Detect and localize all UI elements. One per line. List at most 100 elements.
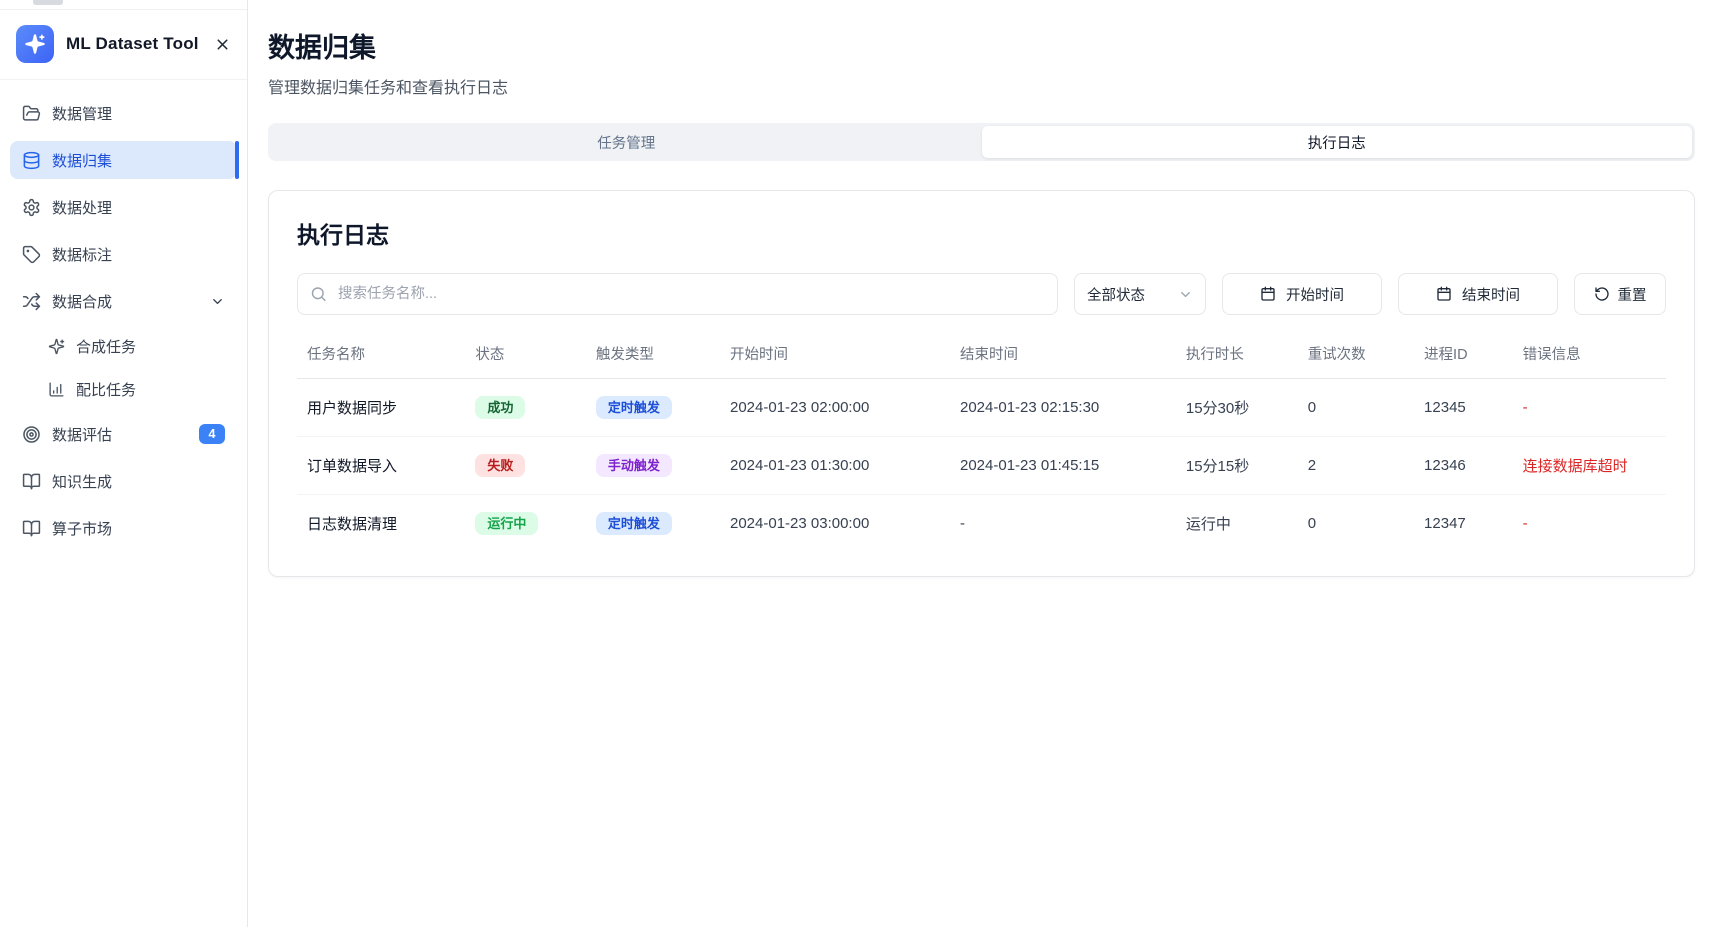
task-name-cell: 日志数据清理 [297,495,465,553]
end-date-button[interactable]: 结束时间 [1398,273,1558,315]
filter-row: 全部状态 开始时间 结束时间 [297,273,1666,315]
sidebar-item-label: 数据管理 [52,103,112,124]
end-time-cell: - [950,495,1176,553]
column-header-2: 触发类型 [586,333,720,379]
tab-execution-logs[interactable]: 执行日志 [982,126,1693,158]
tag-icon [22,245,41,264]
trigger-badge: 手动触发 [596,454,672,477]
tab-bar: 任务管理执行日志 [268,123,1695,161]
start-time-cell: 2024-01-23 01:30:00 [720,437,950,495]
sidebar-item-label: 合成任务 [76,336,136,357]
sidebar-item-data-collection[interactable]: 数据归集 [10,141,237,179]
error-cell: - [1513,379,1666,437]
duration-cell: 15分15秒 [1176,437,1298,495]
sidebar-item-label: 数据处理 [52,197,112,218]
sidebar-item-data-synthesis[interactable]: 数据合成 [10,282,237,320]
execution-log-panel: 执行日志 全部状态 开始时间 [268,190,1695,577]
sidebar-item-data-annotation[interactable]: 数据标注 [10,235,237,273]
close-icon[interactable] [214,36,231,53]
reset-label: 重置 [1618,284,1647,305]
panel-title: 执行日志 [297,216,1666,250]
column-header-6: 重试次数 [1298,333,1414,379]
column-header-8: 错误信息 [1513,333,1666,379]
status-cell: 失败 [465,437,585,495]
status-filter-value: 全部状态 [1087,284,1145,305]
error-cell: - [1513,495,1666,553]
task-name-cell: 用户数据同步 [297,379,465,437]
end-date-label: 结束时间 [1462,284,1520,305]
tab-task-management[interactable]: 任务管理 [271,126,982,158]
app-logo-sparkles-icon [16,25,54,63]
retries-cell: 2 [1298,437,1414,495]
table-header-row: 任务名称状态触发类型开始时间结束时间执行时长重试次数进程ID错误信息 [297,333,1666,379]
sidebar: ML Dataset Tool 数据管理数据归集数据处理数据标注数据合成合成任务… [0,0,248,927]
execution-log-table: 任务名称状态触发类型开始时间结束时间执行时长重试次数进程ID错误信息 用户数据同… [297,333,1666,552]
column-header-5: 执行时长 [1176,333,1298,379]
sidebar-item-label: 配比任务 [76,379,136,400]
calendar-icon [1436,286,1452,302]
start-date-label: 开始时间 [1286,284,1344,305]
sidebar-item-data-management[interactable]: 数据管理 [10,94,237,132]
sidebar-item-knowledge-generation[interactable]: 知识生成 [10,462,237,500]
target-icon [22,425,41,444]
table-body: 用户数据同步成功定时触发2024-01-23 02:00:002024-01-2… [297,379,1666,553]
trigger-type-cell: 定时触发 [586,379,720,437]
status-badge: 失败 [475,454,525,477]
duration-cell: 15分30秒 [1176,379,1298,437]
task-name-cell: 订单数据导入 [297,437,465,495]
sidebar-item-synthesis-task[interactable]: 合成任务 [10,329,237,363]
table-row: 日志数据清理运行中定时触发2024-01-23 03:00:00-运行中0123… [297,495,1666,553]
sidebar-item-label: 数据标注 [52,244,112,265]
column-header-3: 开始时间 [720,333,950,379]
gear-icon [22,198,41,217]
book-open-icon [22,519,41,538]
error-cell: 连接数据库超时 [1513,437,1666,495]
table-row: 订单数据导入失败 手动触发 2024-01-23 01:30:002024-01-2… [297,437,1666,495]
status-badge: 成功 [475,396,525,419]
end-time-cell: 2024-01-23 01:45:15 [950,437,1176,495]
trigger-type-cell: 定时触发 [586,495,720,553]
count-badge: 4 [199,424,225,444]
end-time-cell: 2024-01-23 02:15:30 [950,379,1176,437]
sidebar-item-label: 数据归集 [52,150,112,171]
sidebar-top-strip [0,0,247,10]
sidebar-item-label: 数据合成 [52,291,112,312]
trigger-badge: 定时触发 [596,396,672,419]
reset-button[interactable]: 重置 [1574,273,1666,315]
pid-cell: 12345 [1414,379,1513,437]
trigger-badge: 定时触发 [596,512,672,535]
page-subtitle: 管理数据归集任务和查看执行日志 [268,74,1695,98]
search-field [297,273,1058,315]
chevron-down-icon [210,294,225,309]
search-icon [310,286,327,303]
start-date-button[interactable]: 开始时间 [1222,273,1382,315]
shuffle-icon [22,292,41,311]
column-header-1: 状态 [465,333,585,379]
status-badge: 运行中 [475,512,538,535]
sparkles-icon [48,338,65,355]
sidebar-item-label: 算子市场 [52,518,112,539]
sidebar-item-operator-market[interactable]: 算子市场 [10,509,237,547]
status-filter-select[interactable]: 全部状态 [1074,273,1206,315]
sidebar-nav: 数据管理数据归集数据处理数据标注数据合成合成任务配比任务数据评估4 知识生成算子市… [0,80,247,570]
book-open-icon [22,472,41,491]
start-time-cell: 2024-01-23 02:00:00 [720,379,950,437]
chart-column-icon [48,381,65,398]
search-input[interactable] [297,273,1058,315]
sidebar-item-data-evaluation[interactable]: 数据评估4 [10,415,237,453]
status-cell: 成功 [465,379,585,437]
chevron-down-icon [1178,287,1193,302]
sidebar-item-data-processing[interactable]: 数据处理 [10,188,237,226]
pid-cell: 12347 [1414,495,1513,553]
page-title: 数据归集 [268,26,1695,65]
rotate-ccw-icon [1594,286,1610,302]
retries-cell: 0 [1298,379,1414,437]
main-content: 数据归集 管理数据归集任务和查看执行日志 任务管理执行日志 执行日志 全部状态 [248,0,1711,927]
sidebar-item-label: 知识生成 [52,471,112,492]
status-cell: 运行中 [465,495,585,553]
pid-cell: 12346 [1414,437,1513,495]
retries-cell: 0 [1298,495,1414,553]
column-header-0: 任务名称 [297,333,465,379]
sidebar-item-ratio-task[interactable]: 配比任务 [10,372,237,406]
app-title: ML Dataset Tool [66,34,202,54]
